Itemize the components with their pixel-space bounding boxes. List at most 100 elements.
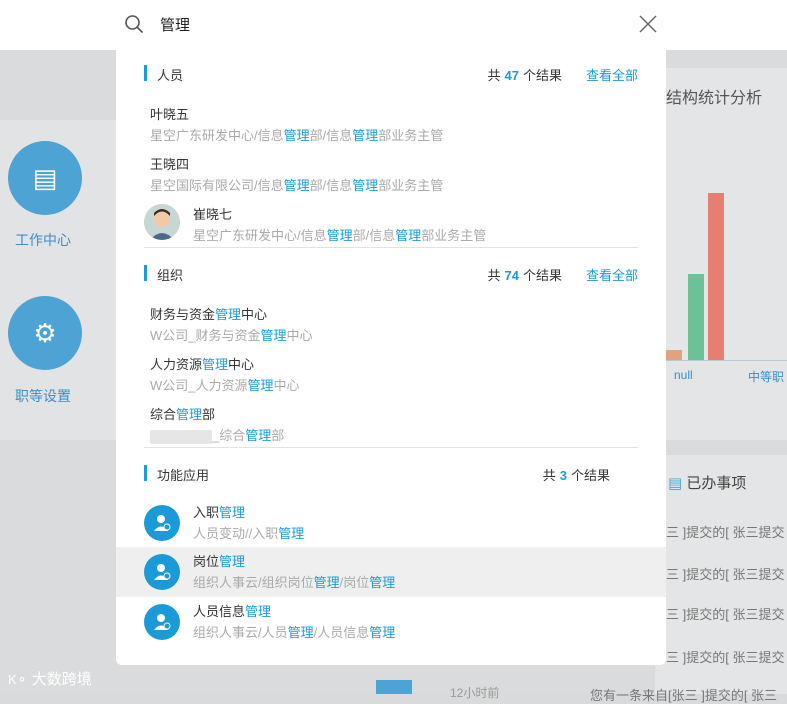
highlight-text: 管理 — [247, 378, 274, 393]
axis-label: 中等职 — [748, 370, 785, 384]
section-title: 组织 — [157, 268, 184, 283]
close-icon[interactable] — [638, 14, 658, 34]
app-path: 人员变动//入职管理 — [193, 523, 304, 542]
person-name: 叶晓五 — [150, 107, 190, 122]
highlight-text: 管理 — [245, 428, 272, 443]
done-row[interactable]: 三 ]提交的[ 张三提交 — [666, 604, 784, 623]
person-result[interactable]: 王晓四 星空国际有限公司/信息管理部/信息管理部业务主管 — [116, 150, 666, 200]
done-row[interactable]: 三 ]提交的[ 张三提交 — [666, 647, 784, 666]
text-segment: 岗位 — [193, 554, 220, 569]
text-segment: 入职 — [193, 505, 220, 520]
done-row[interactable]: 您有一条来自[张三 ]提交的[ 张三 — [590, 685, 777, 704]
text-segment: 中心 — [241, 307, 268, 322]
text-segment: 人员信息 — [193, 604, 246, 619]
text-segment: /人员信息 — [313, 625, 370, 640]
text-segment: 人员变动//入职 — [193, 526, 279, 541]
search-input[interactable] — [160, 16, 460, 33]
person-path: 星空广东研发中心/信息管理部/信息管理部业务主管 — [150, 125, 443, 144]
watermark-logo: K⚬ 大数跨境 — [8, 671, 92, 688]
person-result[interactable]: 崔晓七 星空广东研发中心/信息管理部/信息管理部业务主管 — [116, 200, 666, 250]
person-result[interactable]: 叶晓五 星空广东研发中心/信息管理部/信息管理部业务主管 — [116, 100, 666, 150]
count-value: 74 — [504, 268, 519, 283]
person-path: 星空广东研发中心/信息管理部/信息管理部业务主管 — [193, 225, 486, 244]
org-name: 财务与资金管理中心 — [150, 304, 267, 323]
text-segment: 部/信息 — [309, 178, 353, 193]
divider — [144, 447, 638, 448]
count-prefix: 共 — [487, 268, 501, 283]
text-segment: W公司_财务与资金 — [150, 328, 261, 343]
highlight-text: 管理 — [219, 505, 246, 520]
app-name: 岗位管理 — [193, 551, 245, 570]
result-count: 共 74 个结果 — [488, 265, 563, 284]
section-title: 人员 — [157, 68, 184, 83]
divider — [144, 247, 638, 248]
org-path: W公司_财务与资金管理中心 — [150, 325, 313, 344]
user-add-icon — [144, 505, 180, 541]
result-count: 共 47 个结果 — [488, 65, 563, 84]
text-segment: 部/信息 — [309, 128, 353, 143]
highlight-text: 管理 — [245, 604, 272, 619]
text-segment: 中心 — [228, 357, 255, 372]
highlight-text: 管理 — [369, 625, 396, 640]
highlight-text: 管理 — [260, 328, 287, 343]
highlight-text: 管理 — [283, 128, 310, 143]
chart-bar — [688, 274, 704, 360]
chart-axis — [666, 360, 787, 361]
text-segment: 中心 — [286, 328, 313, 343]
count-suffix: 个结果 — [522, 268, 562, 283]
work-center-button[interactable]: ▤ — [8, 141, 82, 215]
delete-button[interactable] — [376, 680, 412, 694]
app-result[interactable]: 入职管理 人员变动//入职管理 — [116, 498, 666, 548]
highlight-text: 管理 — [352, 128, 379, 143]
user-settings-icon — [144, 554, 180, 590]
highlight-text: 管理 — [287, 625, 314, 640]
search-results-panel: 人员 共 47 个结果 查看全部 叶晓五 星空广东研发中心/信息管理部/信息管理部业… — [116, 50, 666, 665]
view-all-orgs-link[interactable]: 查看全部 — [586, 265, 638, 284]
text-segment: 综合 — [150, 407, 177, 422]
chart-title: 结构统计分析 — [666, 90, 763, 107]
org-path: _综合管理部 — [150, 425, 284, 444]
text-segment: 部 — [202, 407, 216, 422]
watermark-text: 大数跨境 — [31, 671, 92, 688]
section-marker — [144, 65, 147, 81]
highlight-text: 管理 — [215, 307, 242, 322]
list-icon: ▤ — [668, 475, 683, 492]
app-path: 组织人事云/人员管理/人员信息管理 — [193, 622, 395, 641]
text-segment: 星空广东研发中心/信息 — [150, 128, 284, 143]
grade-settings-button[interactable]: ⚙ — [8, 296, 82, 370]
redacted-text — [150, 429, 212, 444]
highlight-text: 管理 — [176, 407, 203, 422]
org-path-text: _综合管理部 — [212, 428, 284, 443]
done-title: ▤ 已办事项 — [668, 472, 746, 493]
chart-bar — [666, 350, 682, 360]
highlight-text: 管理 — [202, 357, 229, 372]
search-icon[interactable] — [124, 14, 144, 34]
org-result[interactable]: 财务与资金管理中心 W公司_财务与资金管理中心 — [116, 300, 666, 350]
view-all-people-link[interactable]: 查看全部 — [586, 65, 638, 84]
text-segment: 部业务主管 — [378, 128, 444, 143]
org-name: 综合管理部 — [150, 404, 215, 423]
done-row[interactable]: 三 ]提交的[ 张三提交 — [666, 522, 784, 541]
text-segment: 部 — [271, 428, 285, 443]
done-row[interactable]: 三 ]提交的[ 张三提交 — [666, 564, 784, 583]
count-prefix: 共 — [487, 68, 501, 83]
text-segment: 部业务主管 — [421, 228, 487, 243]
avatar — [144, 204, 180, 240]
highlight-text: 管理 — [352, 178, 379, 193]
text-segment: 组织人事云/人员 — [193, 625, 288, 640]
app-result[interactable]: 人员信息管理 组织人事云/人员管理/人员信息管理 — [116, 597, 666, 647]
grade-settings-label: 职等设置 — [15, 388, 71, 404]
work-center-label: 工作中心 — [15, 232, 71, 248]
section-marker — [144, 265, 147, 281]
text-segment: 人力资源 — [150, 357, 203, 372]
text-segment: 部/信息 — [352, 228, 396, 243]
highlight-text: 管理 — [395, 228, 422, 243]
app-name: 人员信息管理 — [193, 601, 271, 620]
gear-icon: ⚙ — [33, 317, 57, 348]
text-segment: _综合 — [212, 428, 246, 443]
highlight-text: 管理 — [283, 178, 310, 193]
section-marker — [144, 465, 147, 481]
org-result[interactable]: 综合管理部 _综合管理部 — [116, 400, 666, 450]
org-result[interactable]: 人力资源管理中心 W公司_人力资源管理中心 — [116, 350, 666, 400]
app-result[interactable]: 岗位管理 组织人事云/组织岗位管理/岗位管理 — [116, 547, 666, 597]
